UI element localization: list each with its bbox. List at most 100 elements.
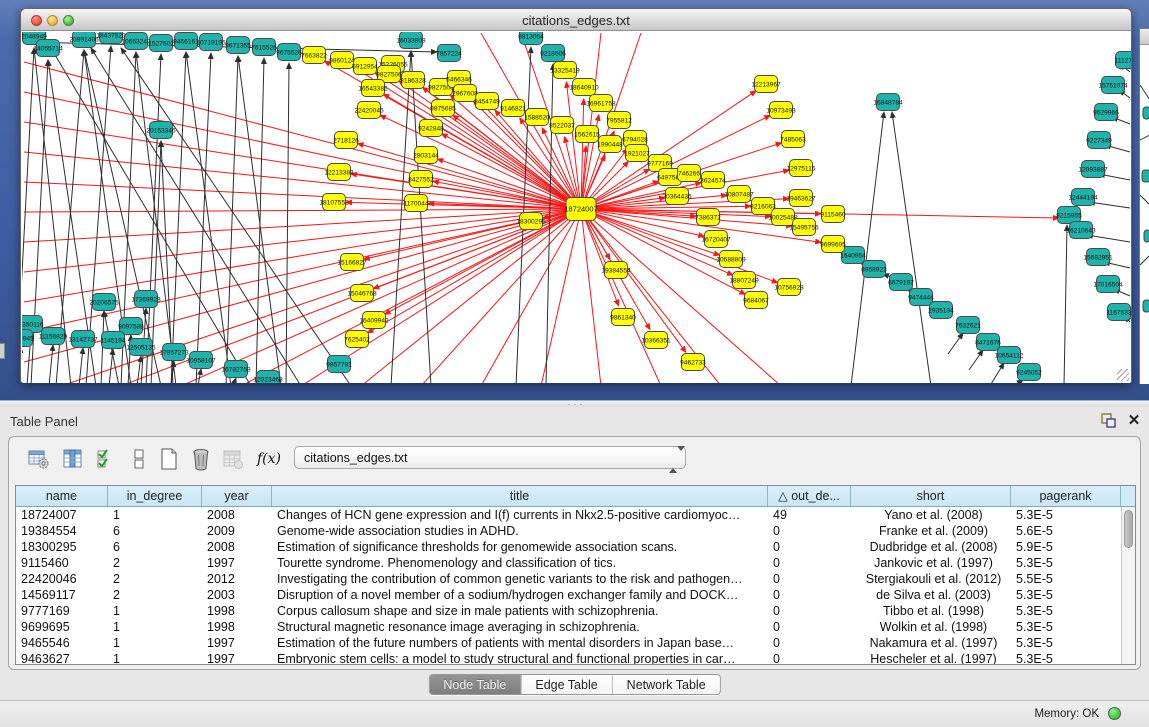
graph-node[interactable]: 5912954 bbox=[352, 58, 378, 75]
graph-node[interactable]: 8186328 bbox=[400, 72, 426, 89]
graph-node[interactable]: 9684067 bbox=[743, 292, 769, 309]
column-header-in_degree[interactable]: in_degree bbox=[108, 486, 202, 506]
graph-node[interactable]: 10719195 bbox=[196, 34, 226, 51]
graph-node[interactable]: 12444194 bbox=[1068, 189, 1098, 206]
graph-node[interactable]: 10688809 bbox=[716, 251, 746, 268]
graph-node[interactable]: 9699695 bbox=[820, 236, 846, 253]
graph-node[interactable]: 1921027 bbox=[624, 145, 650, 162]
graph-node[interactable]: 1112754 bbox=[1115, 52, 1131, 69]
table-row[interactable]: 977716911998Corpus callosum shape and si… bbox=[16, 603, 1121, 619]
graph-node[interactable]: 9227349 bbox=[1086, 132, 1112, 149]
graph-node[interactable]: 16782759 bbox=[221, 361, 251, 378]
rows-icon[interactable] bbox=[127, 447, 151, 471]
graph-node[interactable]: 19384554 bbox=[601, 262, 631, 279]
column-header-short[interactable]: short bbox=[851, 486, 1011, 506]
graph-node[interactable]: 19463627 bbox=[786, 190, 816, 207]
graph-node[interactable]: 10756928 bbox=[774, 279, 804, 296]
graph-node[interactable]: 20206576 bbox=[89, 294, 119, 311]
graph-node[interactable]: 7386372 bbox=[695, 209, 721, 226]
table-row[interactable]: 1872400712008Changes of HCN gene express… bbox=[16, 507, 1121, 523]
graph-node[interactable]: 9675526 bbox=[276, 44, 302, 61]
graph-node[interactable]: 9115460 bbox=[820, 206, 846, 223]
graph-node[interactable]: 22420046 bbox=[354, 102, 384, 119]
graph-node[interactable]: 2803144 bbox=[413, 147, 439, 164]
column-header-out_de[interactable]: △ out_de... bbox=[768, 486, 851, 506]
graph-node[interactable]: 746266 bbox=[678, 165, 701, 182]
graph-node[interactable]: 16848784 bbox=[873, 94, 903, 111]
graph-node[interactable]: 16720407 bbox=[701, 231, 731, 248]
graph-node[interactable]: 1527602 bbox=[148, 35, 174, 52]
graph-node[interactable]: 2718126 bbox=[333, 132, 359, 149]
graph-node[interactable]: 9529966 bbox=[1093, 104, 1119, 121]
graph-node[interactable]: 8813054 bbox=[518, 32, 544, 45]
column-header-name[interactable]: name bbox=[16, 486, 108, 506]
graph-node[interactable]: 10807487 bbox=[724, 186, 754, 203]
graph-node[interactable]: 7632621 bbox=[955, 317, 981, 334]
table-selector-dropdown[interactable]: citations_edges.txt bbox=[294, 446, 686, 469]
window-resize-grip[interactable] bbox=[1117, 369, 1129, 381]
graph-node[interactable]: 9857791 bbox=[326, 356, 352, 373]
float-panel-icon[interactable] bbox=[1100, 412, 1117, 429]
graph-node[interactable]: 1170044 bbox=[403, 195, 429, 212]
graph-node[interactable]: 15495756 bbox=[789, 219, 819, 236]
graph-node[interactable]: 15692951 bbox=[1083, 249, 1113, 266]
graph-node[interactable]: 9146821 bbox=[500, 100, 526, 117]
column-header-year[interactable]: year bbox=[202, 486, 272, 506]
graph-node[interactable]: 10653247 bbox=[121, 33, 151, 50]
graph-node[interactable]: 12213383 bbox=[324, 164, 354, 181]
graph-node[interactable]: 10654112 bbox=[995, 347, 1024, 364]
graph-node[interactable]: 16409942 bbox=[359, 312, 389, 329]
graph-node[interactable]: 18107552 bbox=[319, 194, 349, 211]
graph-node[interactable]: 1562615 bbox=[574, 126, 600, 143]
graph-node[interactable]: 15166827 bbox=[337, 254, 367, 271]
scrollbar-thumb[interactable] bbox=[1124, 510, 1133, 548]
graph-node[interactable]: 3624574 bbox=[700, 172, 726, 189]
table-row[interactable]: 1456911722003Disruption of a novel membe… bbox=[16, 587, 1121, 603]
graph-node[interactable]: 3313945 bbox=[22, 330, 34, 347]
graph-node[interactable]: 7615526 bbox=[251, 39, 277, 56]
graph-node[interactable]: 1990448 bbox=[597, 136, 623, 153]
graph-node[interactable]: 16961758 bbox=[586, 95, 616, 112]
graph-node[interactable]: 9861340 bbox=[610, 309, 636, 326]
table-settings-icon[interactable] bbox=[27, 447, 51, 471]
graph-node[interactable]: 7485063 bbox=[780, 131, 806, 148]
table-row[interactable]: 946554611997Estimation of the future num… bbox=[16, 635, 1121, 651]
fx-icon[interactable]: f(x) bbox=[257, 447, 281, 471]
import-table-icon[interactable] bbox=[221, 447, 245, 471]
tab-edge-table[interactable]: Edge Table bbox=[521, 675, 612, 694]
graph-node[interactable]: 17016504 bbox=[1093, 276, 1123, 293]
graph-node[interactable]: 16210643 bbox=[1066, 222, 1096, 239]
graph-node[interactable]: 18300295 bbox=[516, 213, 546, 230]
table-row[interactable]: 1830029562008Estimation of significance … bbox=[16, 539, 1121, 555]
graph-node[interactable]: 12213967 bbox=[751, 76, 781, 93]
graph-node[interactable]: 17359928 bbox=[131, 291, 161, 308]
graph-node[interactable]: 8958923 bbox=[861, 261, 887, 278]
new-document-icon[interactable] bbox=[157, 447, 181, 471]
graph-node[interactable]: 7625402 bbox=[344, 331, 370, 348]
graph-node[interactable]: 2935134 bbox=[928, 302, 954, 319]
graph-node[interactable]: 9466161 bbox=[173, 33, 199, 50]
graph-node[interactable]: 8427552 bbox=[408, 171, 434, 188]
graph-node[interactable]: 11156829 bbox=[39, 328, 68, 345]
graph-node[interactable]: 1588520 bbox=[524, 109, 550, 126]
graph-node[interactable]: 10366351 bbox=[641, 332, 671, 349]
graph-node[interactable]: 7857224 bbox=[436, 45, 462, 62]
delete-trash-icon[interactable] bbox=[189, 447, 213, 471]
graph-node[interactable]: 9462733 bbox=[680, 354, 706, 371]
graph-node[interactable]: 9242848 bbox=[418, 120, 444, 137]
table-row[interactable]: 911546021997Tourette syndrome. Phenomeno… bbox=[16, 555, 1121, 571]
graph-node[interactable]: 8522037 bbox=[549, 117, 575, 134]
graph-node[interactable]: 20153346 bbox=[146, 122, 176, 139]
graph-node[interactable]: 12923468 bbox=[253, 371, 283, 384]
citation-network-graph[interactable]: 2048949140557142089140618437523106532471… bbox=[22, 32, 1131, 383]
graph-node[interactable]: 18807249 bbox=[729, 272, 759, 289]
graph-node[interactable]: 7663822 bbox=[301, 47, 327, 64]
graph-node[interactable]: 9671355 bbox=[225, 37, 251, 54]
graph-node[interactable]: 8454749 bbox=[474, 93, 500, 110]
graph-node[interactable]: 18724007 bbox=[564, 198, 597, 221]
graph-node[interactable]: 9218506 bbox=[540, 45, 566, 62]
graph-node[interactable]: 16543382 bbox=[358, 80, 388, 97]
background-network-window[interactable] bbox=[1139, 28, 1149, 384]
column-header-title[interactable]: title bbox=[272, 486, 768, 506]
table-row[interactable]: 1938455462009Genome-wide association stu… bbox=[16, 523, 1121, 539]
